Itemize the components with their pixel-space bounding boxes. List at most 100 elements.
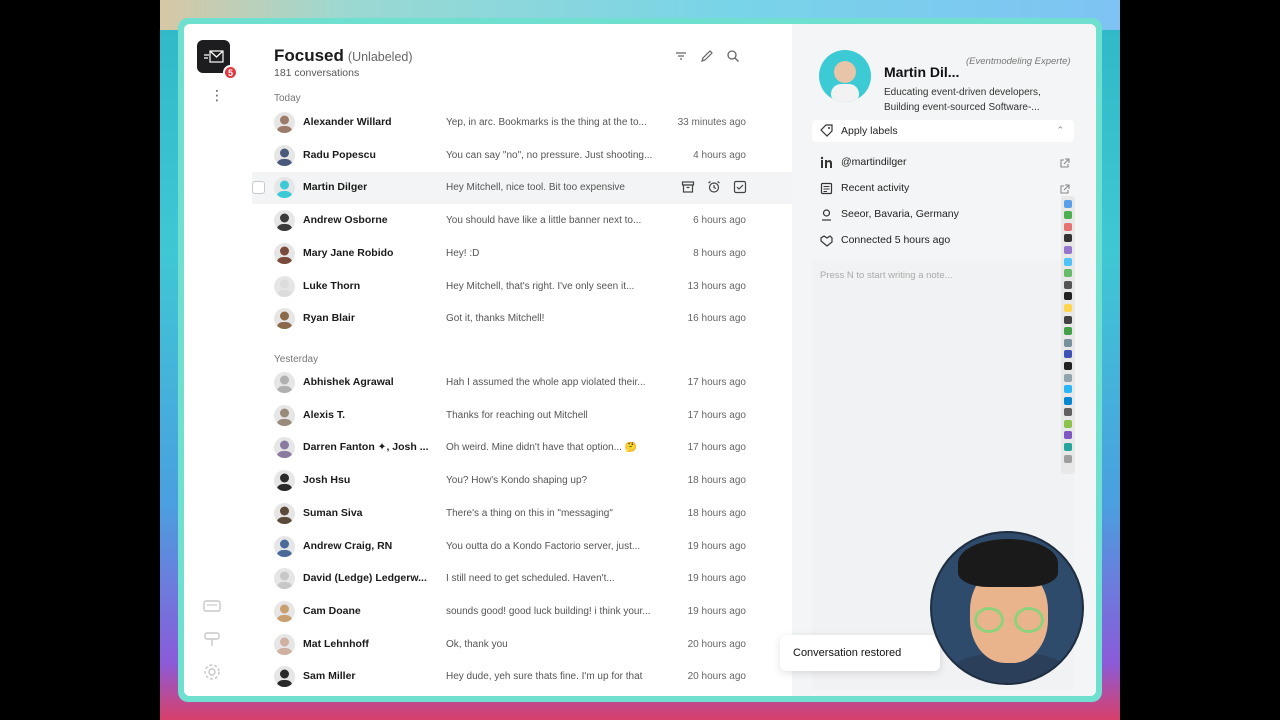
webcam-glasses xyxy=(974,607,1004,633)
dock-app-icon[interactable] xyxy=(1064,373,1072,382)
dock-app-icon[interactable] xyxy=(1064,361,1072,370)
dock-app-icon[interactable] xyxy=(1064,443,1072,452)
message-preview: Hey Mitchell, that's right. I've only se… xyxy=(446,280,635,292)
note-placeholder: Press N to start writing a note... xyxy=(820,270,953,281)
conversation-row[interactable]: Luke Thorn Hey Mitchell, that's right. I'… xyxy=(252,271,792,303)
dock-app-icon[interactable] xyxy=(1064,396,1072,405)
timestamp: 18 hours ago xyxy=(687,507,746,519)
snooze-alarm-icon[interactable] xyxy=(707,180,721,194)
dock-app-icon[interactable] xyxy=(1064,292,1072,301)
avatar xyxy=(274,177,295,199)
timestamp: 17 hours ago xyxy=(687,409,746,421)
message-preview: I still need to get scheduled. Haven't..… xyxy=(446,573,615,585)
linkedin-link[interactable]: @martindilger xyxy=(820,154,1070,172)
keyboard-icon[interactable] xyxy=(202,596,222,616)
conversation-row[interactable]: Cam Doane sounds good! good luck building… xyxy=(252,596,792,628)
dock-app-icon[interactable] xyxy=(1064,222,1072,231)
filter-icon[interactable] xyxy=(674,49,688,63)
webcam-overlay xyxy=(930,531,1084,685)
conversation-row[interactable]: Abhishek Agrawal Hah I assumed the whole … xyxy=(252,367,792,399)
dock-app-icon[interactable] xyxy=(1064,303,1072,312)
conversation-row[interactable]: Alexis T. Thanks for reaching out Mitchel… xyxy=(252,400,792,432)
contact-avatar xyxy=(819,50,871,102)
apply-labels-select[interactable]: Apply labels ⌃ xyxy=(812,120,1074,142)
dock-app-icon[interactable] xyxy=(1064,269,1072,278)
conversation-row[interactable]: Andrew Craig, RN You outta do a Kondo Fac… xyxy=(252,531,792,563)
signpost-icon[interactable] xyxy=(202,629,222,649)
message-preview: Hey! :D xyxy=(446,247,480,259)
dock-app-icon[interactable] xyxy=(1064,257,1072,266)
compose-pencil-icon[interactable] xyxy=(700,49,714,63)
sender-name: Abhishek Agrawal xyxy=(303,376,394,388)
webcam-glasses xyxy=(1014,607,1044,633)
location-text: Seeor, Bavaria, Germany xyxy=(841,208,959,220)
conversation-row[interactable]: Martin Dilger Hey Mitchell, nice tool. Bi… xyxy=(252,172,792,205)
webcam-hair xyxy=(958,539,1058,587)
dock-app-icon[interactable] xyxy=(1064,199,1072,208)
conversation-row[interactable]: Andrew Osborne You should have like a lit… xyxy=(252,205,792,237)
select-checkbox[interactable] xyxy=(252,181,265,195)
contact-role: (Eventmodeling Experte) xyxy=(966,56,1071,67)
message-preview: Yep, in arc. Bookmarks is the thing at t… xyxy=(446,117,647,128)
timestamp: 19 hours ago xyxy=(687,573,746,585)
dock-app-icon[interactable] xyxy=(1064,280,1072,289)
sender-name: Andrew Craig, RN xyxy=(303,539,393,552)
avatar xyxy=(274,535,295,557)
dock-app-icon[interactable] xyxy=(1064,338,1072,347)
conversation-row[interactable]: Darren Fanton ✦, Josh ... Oh weird. Mine … xyxy=(252,432,792,464)
message-preview: Ok, thank you xyxy=(446,638,508,650)
app-dock xyxy=(1061,196,1075,474)
dock-app-icon[interactable] xyxy=(1064,350,1072,359)
sender-name: Sam Miller xyxy=(303,670,356,683)
apply-labels-text: Apply labels xyxy=(841,125,898,137)
conversation-row[interactable]: Suman Siva There's a thing on this in "me… xyxy=(252,498,792,530)
conversation-row[interactable]: Mat Lehnhoff Ok, thank you 20 hours ago xyxy=(252,629,792,661)
conversation-row[interactable]: Mary Jane Robido Hey! :D 8 hours ago xyxy=(252,238,792,270)
linkedin-handle: @martindilger xyxy=(841,156,907,168)
timestamp: 6 hours ago xyxy=(693,215,746,227)
message-preview: Hey dude, yeh sure thats fine. I'm up fo… xyxy=(446,671,643,683)
conversation-row[interactable]: David (Ledge) Ledgerw... I still need to … xyxy=(252,563,792,595)
archive-icon[interactable] xyxy=(681,180,695,194)
dock-app-icon[interactable] xyxy=(1064,454,1072,463)
avatar xyxy=(274,666,295,688)
dock-app-icon[interactable] xyxy=(1064,327,1072,336)
dock-app-icon[interactable] xyxy=(1064,385,1072,394)
avatar xyxy=(274,372,295,393)
message-preview: You can say "no", no pressure. Just shoo… xyxy=(446,149,653,161)
toast-notification: Conversation restored xyxy=(780,635,940,671)
sender-name: Radu Popescu xyxy=(303,148,376,161)
search-icon[interactable] xyxy=(726,49,740,63)
dock-app-icon[interactable] xyxy=(1064,234,1072,243)
avatar xyxy=(274,568,295,590)
conversation-row[interactable]: Sam Miller Hey dude, yeh sure thats fine.… xyxy=(252,661,792,693)
mark-done-icon[interactable] xyxy=(733,180,747,194)
timestamp: 13 hours ago xyxy=(687,280,746,292)
conversation-row[interactable]: Josh Hsu You? How's Kondo shaping up? 18 h… xyxy=(252,465,792,497)
group-label-today: Today xyxy=(274,93,301,104)
handshake-icon xyxy=(820,234,833,247)
sender-name: Josh Hsu xyxy=(303,474,351,487)
timestamp: 8 hours ago xyxy=(693,247,746,259)
avatar xyxy=(274,470,295,492)
avatar xyxy=(274,633,295,655)
recent-activity-link[interactable]: Recent activity xyxy=(820,180,1070,198)
sender-name: Alexis T. xyxy=(303,408,346,421)
message-preview: Got it, thanks Mitchell! xyxy=(446,313,545,325)
avatar xyxy=(274,242,295,264)
connected-text: Connected 5 hours ago xyxy=(841,234,951,246)
conversation-row[interactable]: Alexander Willard Yep, in arc. Bookmarks … xyxy=(252,107,792,139)
dock-app-icon[interactable] xyxy=(1064,245,1072,254)
settings-gear-icon[interactable] xyxy=(202,662,222,682)
conversation-row[interactable]: Ryan Blair Got it, thanks Mitchell! 16 hou… xyxy=(252,303,792,335)
avatar xyxy=(274,210,295,232)
dock-app-icon[interactable] xyxy=(1064,408,1072,417)
dock-app-icon[interactable] xyxy=(1064,211,1072,220)
sender-name: Darren Fanton ✦, Josh ... xyxy=(303,441,428,454)
dock-app-icon[interactable] xyxy=(1064,315,1072,324)
message-preview: Hey Mitchell, nice tool. Bit too expensi… xyxy=(446,182,625,194)
dock-app-icon[interactable] xyxy=(1064,419,1072,428)
more-menu-icon[interactable]: ⋮ xyxy=(210,88,224,102)
conversation-row[interactable]: Radu Popescu You can say "no", no pressur… xyxy=(252,140,792,172)
dock-app-icon[interactable] xyxy=(1064,431,1072,440)
